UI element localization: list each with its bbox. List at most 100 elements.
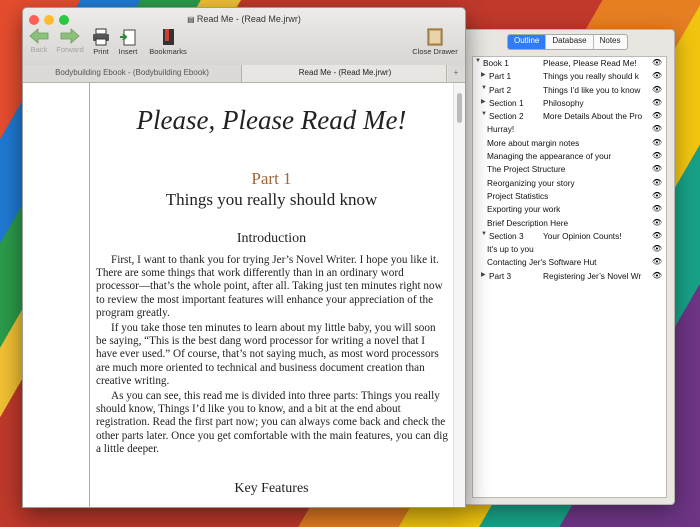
outline-label: Project Statistics xyxy=(487,190,549,201)
tab-bodybuilding-ebook[interactable]: Bodybuilding Ebook - (Bodybuilding Ebook… xyxy=(23,65,241,82)
document-icon: ▤ xyxy=(187,15,197,24)
part-title: Things you really should know xyxy=(165,190,378,209)
outline-title: Your Opinion Counts! xyxy=(543,230,622,241)
visibility-eye-icon[interactable]: 👁 xyxy=(652,178,662,187)
forward-button[interactable]: Forward xyxy=(53,28,87,54)
visibility-eye-icon[interactable]: 👁 xyxy=(652,244,662,253)
visibility-eye-icon[interactable]: 👁 xyxy=(652,231,662,240)
outline-row[interactable]: Reorganizing your story 👁 xyxy=(473,177,666,190)
outline-view[interactable]: ▼ Book 1 Please, Please Read Me! 👁 ▶ Part 1 Th… xyxy=(472,56,667,498)
outline-row[interactable]: Exporting your work 👁 xyxy=(473,203,666,216)
visibility-eye-icon[interactable]: 👁 xyxy=(652,271,662,280)
outline-row[interactable]: ▶ Section 1 Philosophy 👁 xyxy=(473,97,666,110)
outline-row[interactable]: ▼ Section 3 Your Opinion Counts! 👁 xyxy=(473,230,666,243)
visibility-eye-icon[interactable]: 👁 xyxy=(652,218,662,227)
outline-title: Philosophy xyxy=(543,97,584,108)
outline-label: Part 2 xyxy=(489,84,512,95)
disclosure-open-icon[interactable]: ▼ xyxy=(481,231,489,237)
document-page[interactable]: Please, Please Read Me! Part 1 Things yo… xyxy=(90,83,453,507)
visibility-eye-icon[interactable]: 👁 xyxy=(652,138,662,147)
outline-title: Please, Please Read Me! xyxy=(543,58,637,68)
visibility-eye-icon[interactable]: 👁 xyxy=(652,124,662,133)
tab-database[interactable]: Database xyxy=(546,35,594,49)
outline-row[interactable]: It's up to you 👁 xyxy=(473,243,666,256)
outline-label: The Project Structure xyxy=(487,164,566,175)
visibility-eye-icon[interactable]: 👁 xyxy=(652,58,662,67)
visibility-eye-icon[interactable]: 👁 xyxy=(652,71,662,80)
document-title: Please, Please Read Me! xyxy=(136,105,407,135)
outline-label: Contacting Jer's Software Hut xyxy=(487,257,597,268)
outline-title: Registering Jer’s Novel Wr xyxy=(543,270,642,281)
paragraph-2: If you take those ten minutes to learn a… xyxy=(96,322,439,387)
scrollbar-thumb[interactable] xyxy=(457,93,462,123)
key-features-heading: Key Features xyxy=(234,481,309,496)
visibility-eye-icon[interactable]: 👁 xyxy=(652,151,662,160)
tab-notes[interactable]: Notes xyxy=(594,35,627,49)
paragraph-3: As you can see, this read me is divided … xyxy=(96,390,448,455)
outline-label: Section 3 xyxy=(489,230,524,241)
disclosure-open-icon[interactable]: ▼ xyxy=(481,111,489,117)
outline-label: Exporting your work xyxy=(487,204,561,215)
drawer-tab-switcher: Outline Database Notes xyxy=(507,34,628,50)
disclosure-open-icon[interactable]: ▼ xyxy=(475,58,483,64)
close-drawer-button[interactable]: Close Drawer xyxy=(409,28,461,56)
outline-title: Things you really should k xyxy=(543,71,639,82)
bookmark-icon xyxy=(163,29,174,45)
outline-label: It's up to you xyxy=(487,244,534,255)
outline-row[interactable]: ▶ Part 1 Things you really should k 👁 xyxy=(473,70,666,83)
add-tab-button[interactable]: + xyxy=(446,65,465,82)
outline-row[interactable]: ▼ Section 2 More Details About the Pro 👁 xyxy=(473,110,666,123)
insert-button[interactable]: Insert xyxy=(116,28,140,56)
outline-label: Managing the appearance of your xyxy=(487,151,612,162)
outline-row[interactable]: Brief Description Here 👁 xyxy=(473,217,666,230)
disclosure-closed-icon[interactable]: ▶ xyxy=(481,71,489,78)
visibility-eye-icon[interactable]: 👁 xyxy=(652,98,662,107)
outline-label: Section 1 xyxy=(489,97,524,108)
window-title: ▤ Read Me - (Read Me.jrwr) xyxy=(187,14,301,24)
disclosure-closed-icon[interactable]: ▶ xyxy=(481,98,489,105)
part-number: Part 1 xyxy=(251,169,292,188)
vertical-scrollbar[interactable] xyxy=(453,83,465,507)
visibility-eye-icon[interactable]: 👁 xyxy=(652,164,662,173)
visibility-eye-icon[interactable]: 👁 xyxy=(652,111,662,120)
document-window: ▤ Read Me - (Read Me.jrwr) Back Forward … xyxy=(22,7,466,508)
outline-label: Section 2 xyxy=(489,111,524,122)
outline-row[interactable]: Hurray! 👁 xyxy=(473,123,666,136)
printer-icon xyxy=(93,28,109,46)
outline-label: Book 1 xyxy=(483,58,509,68)
outline-title: Things I’d like you to know xyxy=(543,84,641,95)
outline-row[interactable]: ▼ Part 2 Things I’d like you to know 👁 xyxy=(473,84,666,97)
disclosure-open-icon[interactable]: ▼ xyxy=(481,85,489,91)
outline-title: More Details About the Pro xyxy=(543,111,643,122)
visibility-eye-icon[interactable]: 👁 xyxy=(652,257,662,266)
titlebar: ▤ Read Me - (Read Me.jrwr) Back Forward … xyxy=(23,8,465,66)
back-button[interactable]: Back xyxy=(27,28,51,54)
tab-outline[interactable]: Outline xyxy=(508,35,547,49)
outline-row[interactable]: Managing the appearance of your 👁 xyxy=(473,150,666,163)
outline-label: More about margin notes xyxy=(487,137,580,148)
outline-row[interactable]: Project Statistics 👁 xyxy=(473,190,666,203)
disclosure-closed-icon[interactable]: ▶ xyxy=(481,271,489,278)
visibility-eye-icon[interactable]: 👁 xyxy=(652,204,662,213)
outline-row[interactable]: More about margin notes 👁 xyxy=(473,137,666,150)
outline-label: Part 1 xyxy=(489,71,512,82)
visibility-eye-icon[interactable]: 👁 xyxy=(652,191,662,200)
visibility-eye-icon[interactable]: 👁 xyxy=(652,85,662,94)
section-heading: Introduction xyxy=(236,231,307,246)
back-arrow-icon xyxy=(29,28,49,44)
forward-arrow-icon xyxy=(60,28,80,44)
tab-read-me[interactable]: Read Me - (Read Me.jrwr) xyxy=(241,65,448,82)
outline-row[interactable]: The Project Structure 👁 xyxy=(473,163,666,176)
paragraph-1: First, I want to thank you for trying Je… xyxy=(96,254,443,319)
outline-label: Hurray! xyxy=(487,124,515,135)
outline-row[interactable]: ▼ Book 1 Please, Please Read Me! 👁 xyxy=(473,57,666,70)
drawer-icon xyxy=(427,28,443,46)
bookmarks-button[interactable]: Bookmarks xyxy=(147,28,189,56)
drawer-panel: Outline Database Notes ▼ Book 1 Please, Pl… xyxy=(464,29,675,505)
margin-notes-column[interactable] xyxy=(23,83,90,507)
print-button[interactable]: Print xyxy=(90,28,112,56)
outline-row[interactable]: Contacting Jer's Software Hut 👁 xyxy=(473,256,666,269)
outline-row[interactable]: ▶ Part 3 Registering Jer’s Novel Wr 👁 xyxy=(473,270,666,283)
outline-label: Part 3 xyxy=(489,270,512,281)
outline-label: Reorganizing your story xyxy=(487,177,575,188)
